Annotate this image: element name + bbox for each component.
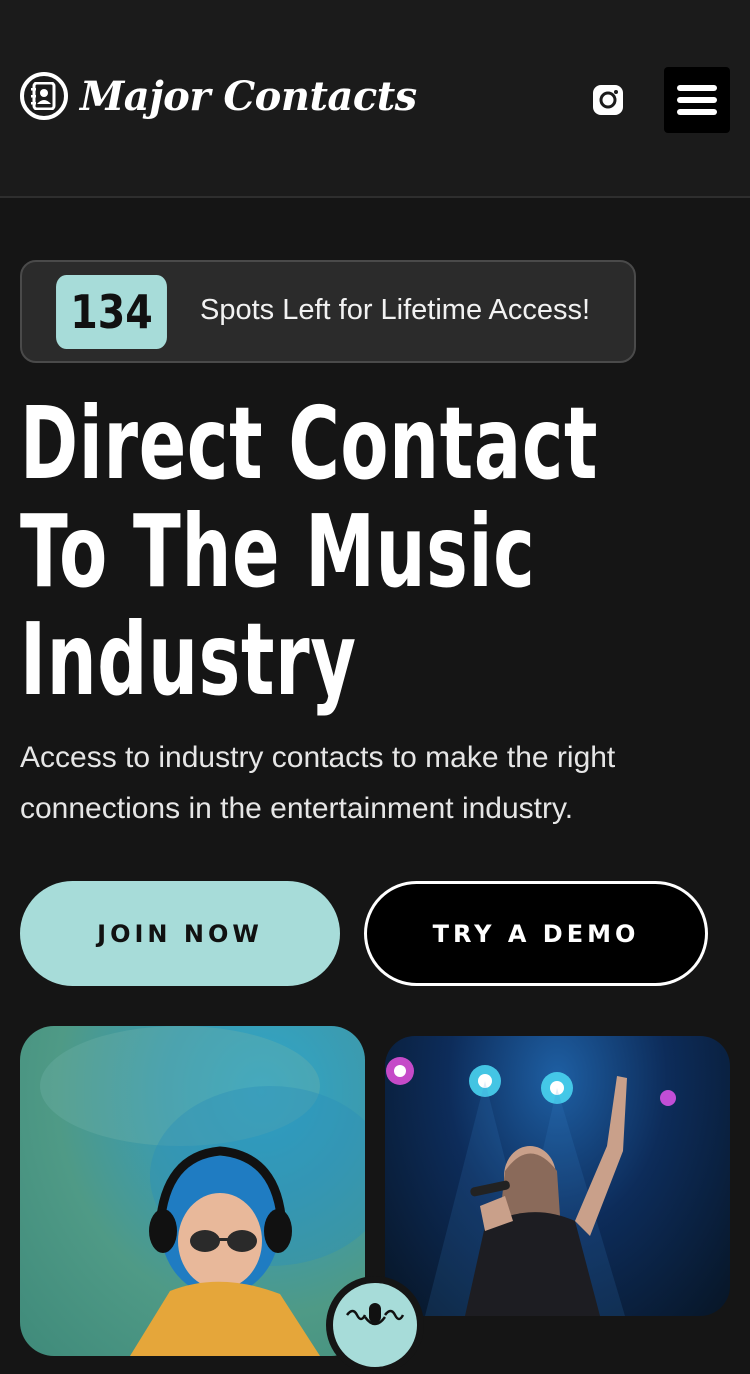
contact-book-icon <box>20 72 68 120</box>
hero-title-line: Industry <box>20 601 357 718</box>
try-demo-button[interactable]: TRY A DEMO <box>364 881 708 986</box>
microphone-badge <box>326 1276 424 1374</box>
hamburger-menu-icon <box>677 85 717 115</box>
dj-photo <box>20 1026 365 1356</box>
hero-subtitle: Access to industry contacts to make the … <box>20 741 616 825</box>
spots-left-banner: 134 Spots Left for Lifetime Access! <box>20 260 636 363</box>
site-header: Major Contacts <box>0 0 750 198</box>
join-now-button[interactable]: JOIN NOW <box>20 881 340 986</box>
menu-button[interactable] <box>664 67 730 133</box>
hero-title-line: To The Music <box>20 493 536 610</box>
spots-count-badge: 134 <box>56 275 167 349</box>
brand-name: Major Contacts <box>80 72 417 120</box>
spots-label: Spots Left for Lifetime Access! <box>200 294 591 326</box>
hero-title: Direct Contact To The Music Industry <box>20 390 734 714</box>
brand-logo[interactable]: Major Contacts <box>20 72 417 120</box>
microphone-icon <box>346 1303 405 1326</box>
instagram-icon[interactable] <box>592 84 624 116</box>
singer-photo <box>385 1036 730 1316</box>
hero-title-line: Direct Contact <box>20 385 599 502</box>
